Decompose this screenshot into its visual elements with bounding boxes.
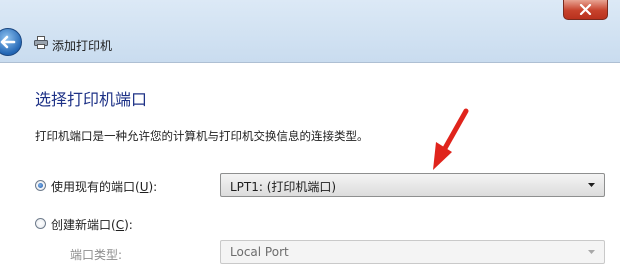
close-button[interactable] [563, 0, 608, 20]
port-type-value: Local Port [230, 245, 289, 259]
window-title: 添加打印机 [52, 39, 113, 53]
existing-port-value: LPT1: (打印机端口) [230, 180, 337, 194]
page-description: 打印机端口是一种允许您的计算机与打印机交换信息的连接类型。 [35, 129, 369, 143]
back-arrow-icon [0, 35, 16, 49]
close-icon [579, 4, 592, 15]
create-new-port-label[interactable]: 创建新端口(C): [51, 216, 133, 233]
existing-port-select[interactable]: LPT1: (打印机端口) [220, 173, 605, 197]
port-type-label: 端口类型: [70, 248, 123, 262]
port-type-select: Local Port [220, 240, 605, 264]
title-bar: 添加打印机 [0, 0, 620, 63]
page-heading: 选择打印机端口 [35, 90, 148, 109]
printer-icon [34, 36, 48, 49]
chevron-down-icon [588, 183, 595, 187]
back-button[interactable] [0, 28, 22, 56]
create-new-port-radio[interactable] [35, 218, 46, 229]
chevron-down-icon [588, 250, 595, 254]
use-existing-port-radio[interactable] [35, 180, 46, 191]
use-existing-port-label[interactable]: 使用现有的端口(U): [51, 178, 157, 195]
